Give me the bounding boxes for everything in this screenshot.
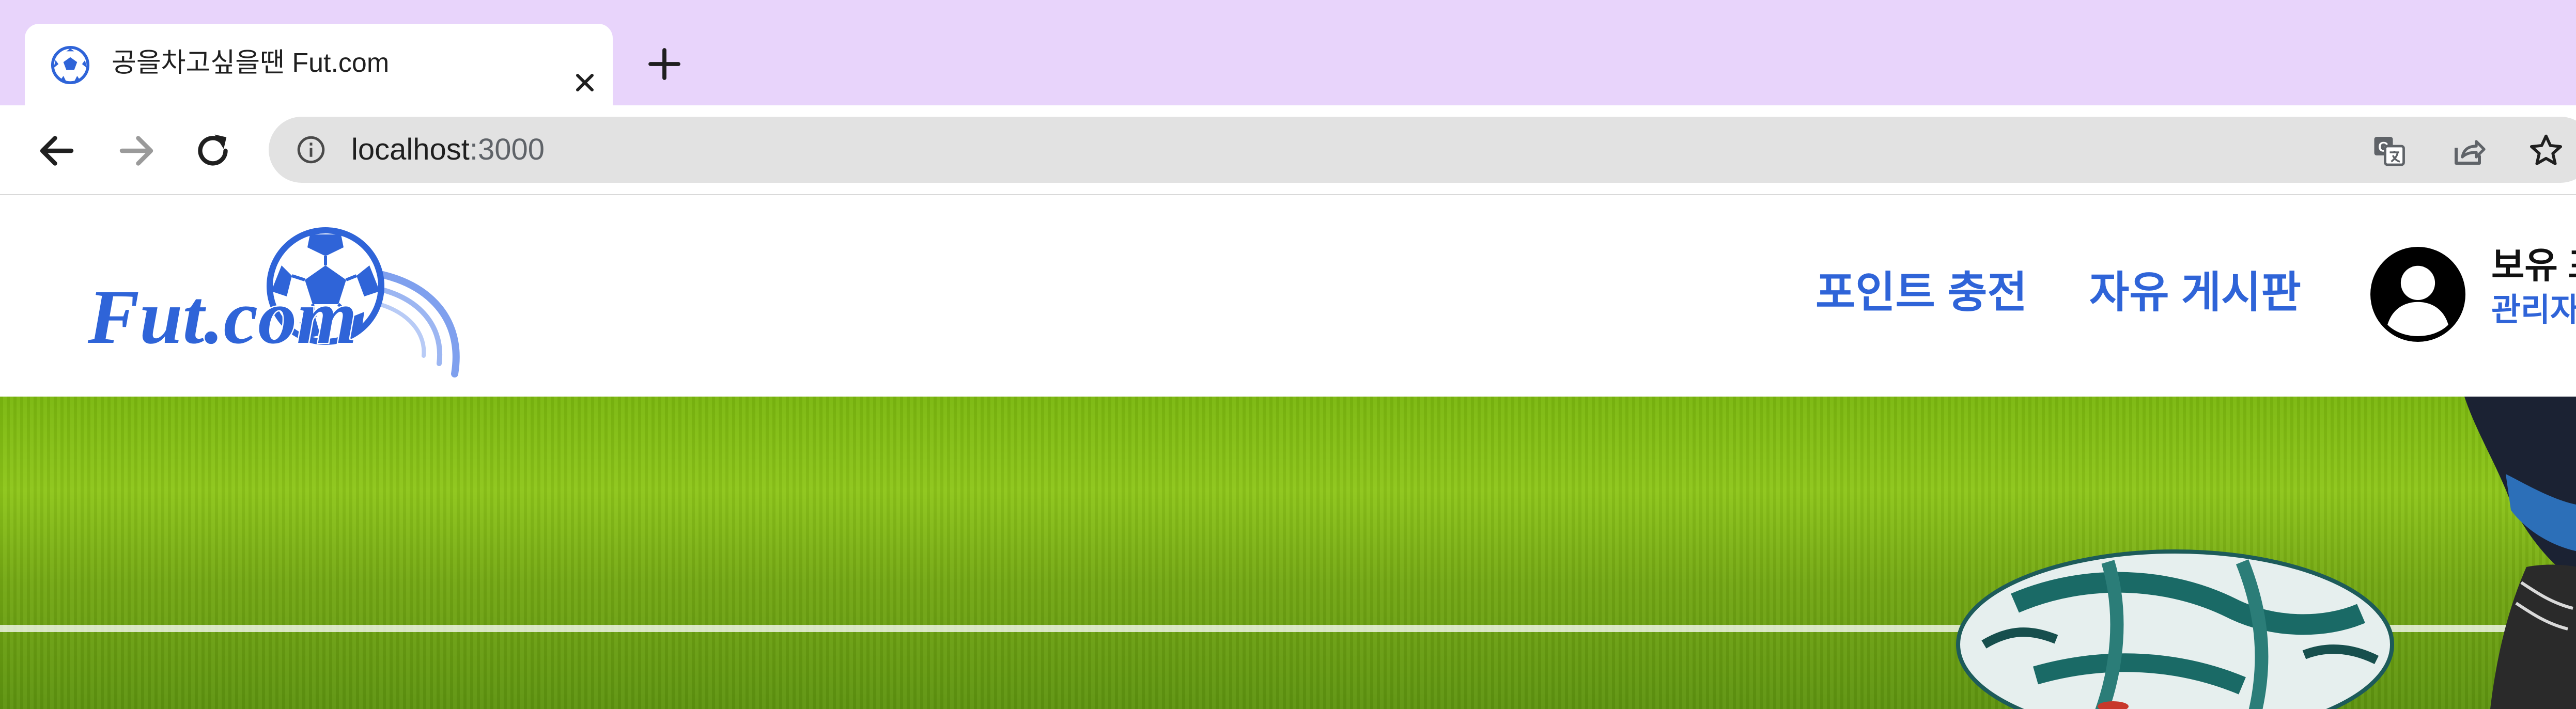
plus-icon[interactable] [646,45,683,83]
nav-free-board[interactable]: 자유 게시판 [2089,247,2301,338]
fut-com-logo[interactable]: Fut.com [83,224,532,379]
tab-title: 공을차고싶을땐 Fut.com [112,48,390,78]
active-tab[interactable]: 공을차고싶을땐 Fut.com [25,24,613,105]
player-leg-image [2464,397,2576,709]
reload-icon[interactable] [191,129,235,172]
hero-banner [0,397,2576,709]
info-icon[interactable] [296,134,327,165]
url-text[interactable]: localhost:3000 [351,117,545,183]
nav-point-charge[interactable]: 포인트 충전 [1815,247,2027,338]
user-avatar-icon[interactable] [2370,247,2465,342]
site-header: Fut.com 포인트 충전 자유 게시판 보유 포 관리자 [0,195,2576,397]
soccer-ball-image [1956,549,2394,709]
soccer-ball-icon [51,45,90,85]
close-icon[interactable] [572,70,597,95]
translate-icon[interactable]: G [2370,132,2408,169]
address-bar[interactable]: localhost:3000 [269,117,2576,183]
user-points-label: 보유 포 [2491,245,2576,286]
user-role-label[interactable]: 관리자 [2491,287,2576,334]
share-icon[interactable] [2450,132,2487,169]
tab-strip: 공을차고싶을땐 Fut.com [0,0,2576,105]
browser-toolbar: localhost:3000 [0,105,2576,195]
forward-arrow-icon[interactable] [115,129,158,172]
url-host: localhost [351,133,470,166]
logo-wordmark: Fut.com [87,274,357,360]
url-port: :3000 [469,133,545,166]
back-arrow-icon[interactable] [35,129,79,172]
bookmark-star-icon[interactable] [2527,132,2565,169]
